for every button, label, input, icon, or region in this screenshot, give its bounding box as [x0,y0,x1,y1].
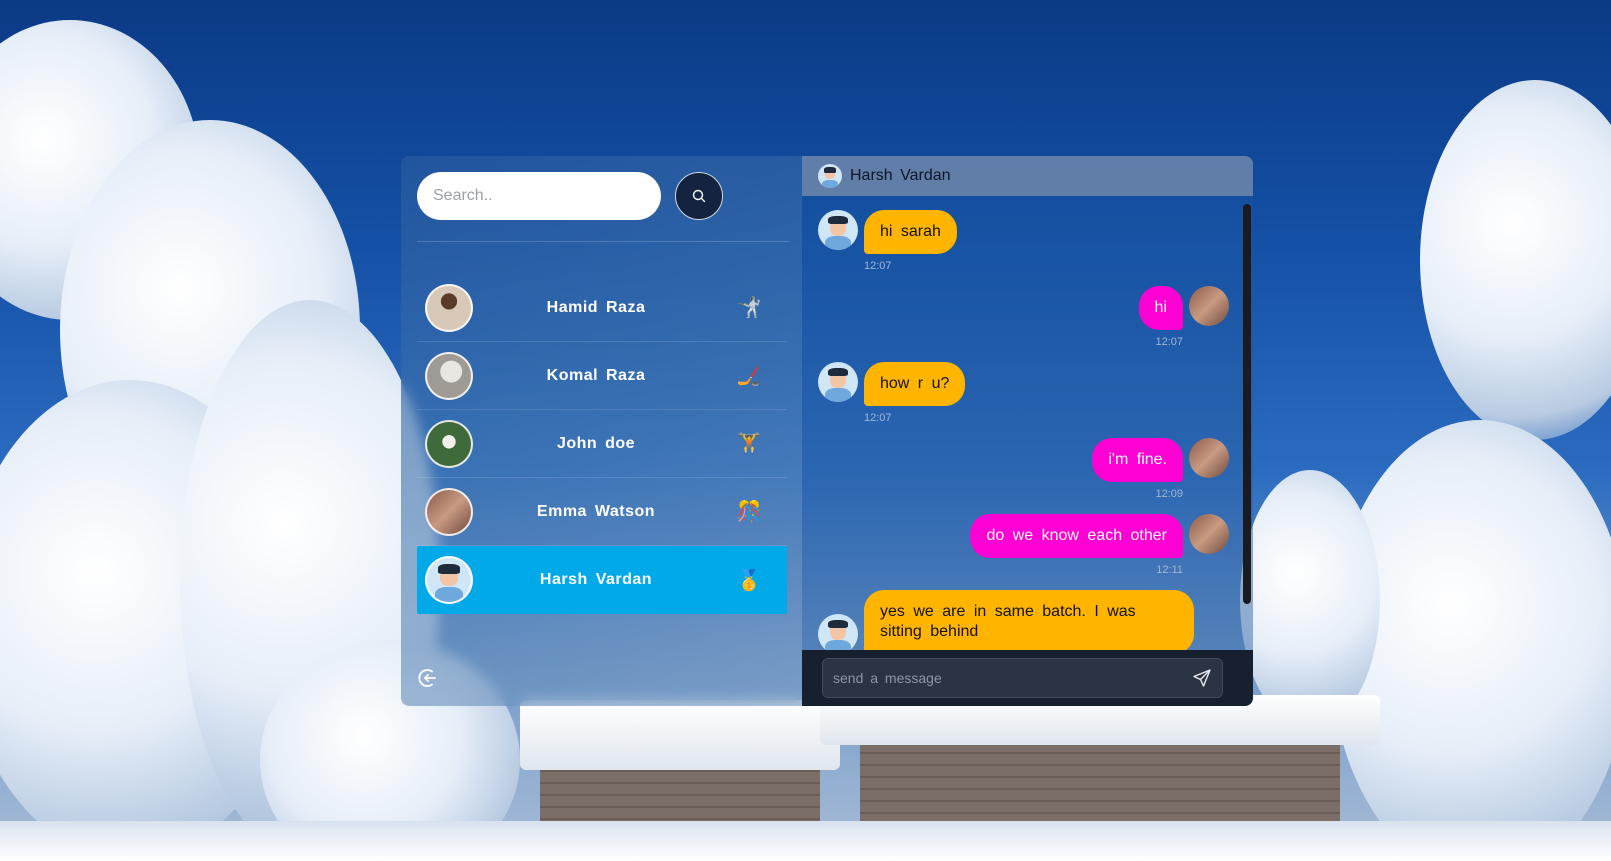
message-time: 12:07 [864,260,892,272]
avatar [818,164,842,188]
chat-footer [802,650,1253,706]
avatar [425,487,473,536]
contact-item-harsh-vardan[interactable]: Harsh Vardan 🥇 [417,546,787,614]
avatar [1189,286,1229,326]
avatar [818,362,858,402]
contact-item-hamid-raza[interactable]: Hamid Raza 🤺 [417,274,787,342]
message-incoming: how r u? 12:07 [818,362,1229,424]
contact-name: Emma Watson [536,502,656,520]
chat-header: Harsh Vardan [802,156,1253,196]
chat-app-window: Hamid Raza 🤺 Komal Raza 🏒 John doe 🏋 Emm… [401,156,1253,706]
avatar [818,210,858,250]
medal-emoji-icon: 🥇 [736,569,762,592]
contact-name: Komal Raza [546,366,646,384]
message-scrollbar[interactable] [1243,204,1251,604]
message-bubble: i'm fine. [1092,438,1183,482]
avatar [1189,514,1229,554]
avatar [818,614,858,650]
message-bubble: hi sarah [864,210,957,254]
weightlifter-emoji-icon: 🏋 [736,433,762,455]
avatar [425,351,473,400]
contact-list: Hamid Raza 🤺 Komal Raza 🏒 John doe 🏋 Emm… [417,274,787,614]
contact-name: Hamid Raza [546,298,646,316]
avatar [425,556,473,604]
contact-name: John doe [556,434,636,452]
contact-item-emma-watson[interactable]: Emma Watson 🎊 [417,478,787,546]
avatar [425,283,473,332]
message-time: 12:07 [1155,336,1183,348]
message-bubble: do we know each other [970,514,1183,558]
message-bubble: hi [1138,286,1183,330]
contact-name: Harsh Vardan [539,571,653,588]
message-time: 12:07 [864,412,892,424]
message-composer [822,658,1223,698]
search-row [417,172,723,220]
divider [417,241,790,242]
send-icon [1193,669,1211,687]
message-outgoing: i'm fine. 12:09 [818,438,1229,500]
fencing-emoji-icon: 🤺 [736,297,762,319]
send-button[interactable] [1192,668,1212,688]
hockey-emoji-icon: 🏒 [736,365,762,387]
message-time: 12:09 [1155,488,1183,500]
message-input[interactable] [833,670,1192,686]
contacts-sidebar: Hamid Raza 🤺 Komal Raza 🏒 John doe 🏋 Emm… [401,156,802,706]
chat-contact-name: Harsh Vardan [850,167,951,184]
message-outgoing: hi 12:07 [818,286,1229,348]
search-button[interactable] [675,172,723,220]
chat-panel: Harsh Vardan hi sarah 12:07 hi 12:07 how… [802,156,1253,706]
message-list: hi sarah 12:07 hi 12:07 how r u? 12:07 i… [802,196,1253,650]
contact-item-komal-raza[interactable]: Komal Raza 🏒 [417,342,787,410]
message-incoming: hi sarah 12:07 [818,210,1229,272]
confetti-emoji-icon: 🎊 [736,501,762,523]
contact-item-john-doe[interactable]: John doe 🏋 [417,410,787,478]
avatar [1189,438,1229,478]
message-bubble: yes we are in same batch. I was sitting … [864,590,1194,650]
message-incoming: yes we are in same batch. I was sitting … [818,590,1229,650]
logout-button[interactable] [417,666,441,690]
logout-icon [418,669,436,687]
search-input[interactable] [417,172,661,220]
search-icon [692,189,706,203]
message-time: 12:11 [1156,564,1183,576]
message-outgoing: do we know each other 12:11 [818,514,1229,576]
avatar [425,419,473,468]
message-bubble: how r u? [864,362,966,406]
